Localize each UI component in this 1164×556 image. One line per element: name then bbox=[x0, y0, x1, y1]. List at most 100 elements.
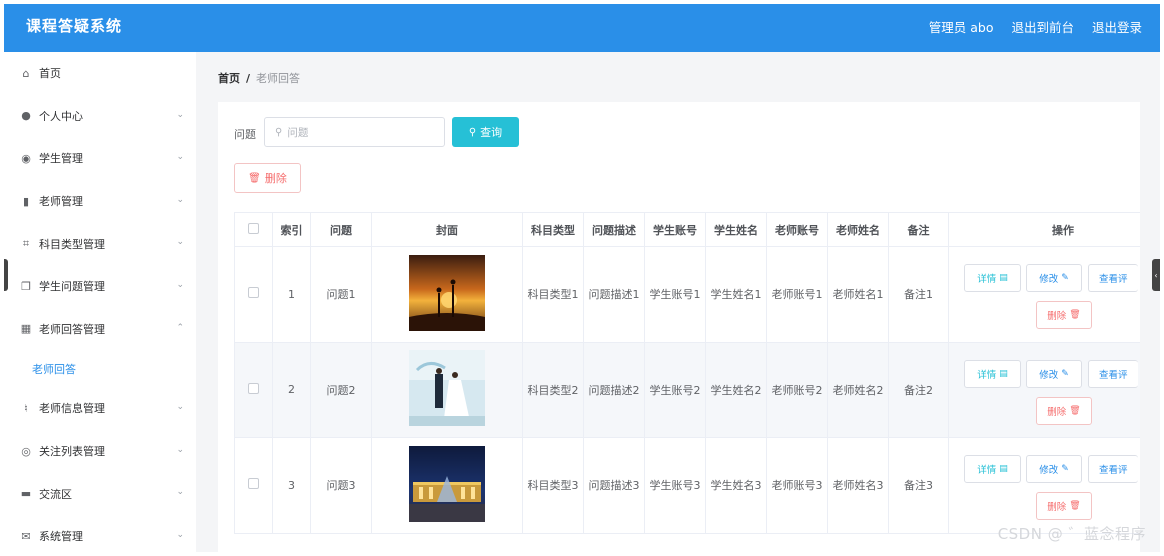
student-account-cell: 学生账号2 bbox=[644, 341, 706, 438]
chevron-down-icon: ⌄ bbox=[176, 487, 184, 498]
column-header: 问题描述 bbox=[583, 212, 645, 247]
edit-button[interactable]: 修改 ✎ bbox=[1026, 264, 1082, 293]
right-collapse-handle[interactable]: ‹ bbox=[1152, 259, 1160, 291]
delete-button[interactable]: 删除 🗑 bbox=[1036, 301, 1092, 330]
top-navbar: 课程答疑系统 管理员 abo 退出到前台 退出登录 bbox=[4, 4, 1160, 52]
edit-label: 修改 bbox=[1039, 465, 1059, 477]
admin-user-link[interactable]: 管理员 abo bbox=[929, 17, 994, 36]
select-all-checkbox[interactable] bbox=[248, 222, 259, 234]
column-header: 老师账号 bbox=[766, 212, 828, 247]
pencil-icon: ✎ bbox=[1061, 273, 1069, 284]
sidebar-item-teacher-mgmt[interactable]: ▮ 老师管理 ⌄ bbox=[4, 180, 196, 223]
sidebar: ⌂ 首页 ● 个人中心 ⌄ ◉ 学生管理 ⌄ ▮ 老师管理 ⌄ ⌗ 科目类型管理… bbox=[4, 52, 196, 552]
batch-delete-button[interactable]: 🗑 删除 bbox=[234, 163, 301, 193]
breadcrumb-home[interactable]: 首页 bbox=[218, 72, 240, 85]
cover-cell bbox=[371, 246, 523, 343]
chevron-down-icon: ⌄ bbox=[176, 194, 184, 205]
trash-icon: 🗑 bbox=[1069, 310, 1081, 321]
chevron-down-icon: ⌄ bbox=[176, 152, 184, 163]
row-select-cell[interactable] bbox=[234, 246, 273, 343]
actions-cell: 详情 ▤ 修改 ✎ 查看评 删除 🗑 bbox=[948, 341, 1140, 438]
logout-link[interactable]: 退出登录 bbox=[1092, 17, 1142, 36]
column-header: 封面 bbox=[371, 212, 523, 247]
main-panel: 问题 ⚲ 问题 ⚲ 查询 🗑 删除 索引 问题 封面 科目类型 问题描述 学生账… bbox=[218, 102, 1140, 552]
search-icon: ⚲ bbox=[275, 126, 283, 138]
delete-button[interactable]: 删除 🗑 bbox=[1036, 492, 1092, 521]
detail-button[interactable]: 详情 ▤ bbox=[964, 359, 1021, 388]
delete-button[interactable]: 删除 🗑 bbox=[1036, 396, 1092, 425]
top-links: 管理员 abo 退出到前台 退出登录 bbox=[929, 17, 1142, 36]
sidebar-item-subject-type-mgmt[interactable]: ⌗ 科目类型管理 ⌄ bbox=[4, 222, 196, 265]
sidebar-item-teacher-info-mgmt[interactable]: ♮ 老师信息管理 ⌄ bbox=[4, 387, 196, 430]
delete-label: 删除 bbox=[1047, 406, 1067, 418]
index-cell: 2 bbox=[272, 341, 311, 438]
sidebar-item-student-mgmt[interactable]: ◉ 学生管理 ⌄ bbox=[4, 137, 196, 180]
home-icon: ⌂ bbox=[22, 66, 30, 80]
sidebar-subitem-teacher-answer[interactable]: 老师回答 bbox=[4, 350, 196, 387]
detail-label: 详情 bbox=[977, 465, 997, 477]
grid-icon: ▦ bbox=[20, 322, 32, 336]
cover-image bbox=[409, 254, 485, 331]
view-comments-button[interactable]: 查看评 bbox=[1088, 359, 1138, 388]
teacher-account-cell: 老师账号2 bbox=[766, 341, 828, 438]
header-select-all[interactable] bbox=[234, 212, 273, 247]
note-cell: 备注3 bbox=[888, 437, 949, 534]
sidebar-item-student-question-mgmt[interactable]: ❐ 学生问题管理 ⌄ bbox=[4, 265, 196, 308]
note-cell: 备注2 bbox=[888, 341, 949, 438]
detail-button[interactable]: 详情 ▤ bbox=[964, 264, 1021, 293]
sidebar-item-label: 学生问题管理 bbox=[39, 280, 105, 294]
chevron-down-icon: ⌄ bbox=[176, 109, 184, 120]
student-name-cell: 学生姓名1 bbox=[705, 246, 767, 343]
sidebar-item-label: 老师管理 bbox=[39, 195, 83, 209]
chart-bars-icon: ▮ bbox=[22, 194, 30, 208]
sidebar-item-label: 首页 bbox=[39, 67, 61, 81]
sidebar-item-follow-list-mgmt[interactable]: ◎ 关注列表管理 ⌄ bbox=[4, 430, 196, 473]
cover-image bbox=[409, 350, 485, 427]
cover-image bbox=[409, 445, 485, 522]
actions-cell: 详情 ▤ 修改 ✎ 查看评 删除 🗑 bbox=[948, 246, 1140, 343]
edit-button[interactable]: 修改 ✎ bbox=[1026, 455, 1082, 484]
sidebar-item-system-mgmt[interactable]: ✉ 系统管理 ⌄ bbox=[4, 515, 196, 552]
sidebar-item-teacher-answer-mgmt[interactable]: ▦ 老师回答管理 ⌃ bbox=[4, 308, 196, 351]
index-cell: 3 bbox=[272, 437, 311, 534]
teacher-account-cell: 老师账号3 bbox=[766, 437, 828, 534]
column-header: 学生姓名 bbox=[705, 212, 767, 247]
back-to-front-link[interactable]: 退出到前台 bbox=[1011, 17, 1074, 36]
detail-button[interactable]: 详情 ▤ bbox=[964, 455, 1021, 484]
sidebar-item-label: 科目类型管理 bbox=[39, 237, 105, 251]
query-button-label: 查询 bbox=[480, 126, 503, 139]
chevron-up-icon: ⌃ bbox=[176, 322, 184, 333]
app-title: 课程答疑系统 bbox=[26, 17, 123, 35]
crop-icon: ⌗ bbox=[22, 236, 30, 250]
query-button[interactable]: ⚲ 查询 bbox=[452, 117, 519, 147]
description-cell: 问题描述1 bbox=[583, 246, 645, 343]
view-comments-button[interactable]: 查看评 bbox=[1088, 264, 1138, 293]
document-icon: ▤ bbox=[999, 368, 1008, 379]
chevron-left-icon: ‹ bbox=[1154, 270, 1158, 280]
column-header: 老师姓名 bbox=[827, 212, 889, 247]
sidebar-item-personal-center[interactable]: ● 个人中心 ⌄ bbox=[4, 95, 196, 138]
column-header: 备注 bbox=[888, 212, 949, 247]
student-name-cell: 学生姓名3 bbox=[705, 437, 767, 534]
row-checkbox[interactable] bbox=[248, 287, 259, 299]
edit-label: 修改 bbox=[1039, 369, 1059, 381]
row-select-cell[interactable] bbox=[234, 437, 273, 534]
sidebar-item-label: 老师信息管理 bbox=[39, 402, 105, 416]
view-comments-button[interactable]: 查看评 bbox=[1088, 455, 1138, 484]
chevron-down-icon: ⌄ bbox=[176, 237, 184, 248]
left-collapse-handle[interactable] bbox=[4, 259, 8, 291]
view-label: 查看评 bbox=[1099, 369, 1128, 381]
row-checkbox[interactable] bbox=[248, 382, 259, 394]
edit-button[interactable]: 修改 ✎ bbox=[1026, 359, 1082, 388]
sidebar-item-home[interactable]: ⌂ 首页 bbox=[4, 52, 196, 95]
row-checkbox[interactable] bbox=[248, 478, 259, 490]
cover-cell bbox=[371, 437, 523, 534]
document-icon: ▤ bbox=[999, 273, 1008, 284]
sidebar-item-forum[interactable]: ▬ 交流区 ⌄ bbox=[4, 472, 196, 515]
search-icon: ⚲ bbox=[468, 126, 477, 138]
row-select-cell[interactable] bbox=[234, 341, 273, 438]
chevron-down-icon: ⌄ bbox=[176, 444, 184, 455]
search-input[interactable]: ⚲ 问题 bbox=[264, 117, 445, 147]
index-cell: 1 bbox=[272, 246, 311, 343]
view-label: 查看评 bbox=[1099, 274, 1128, 286]
